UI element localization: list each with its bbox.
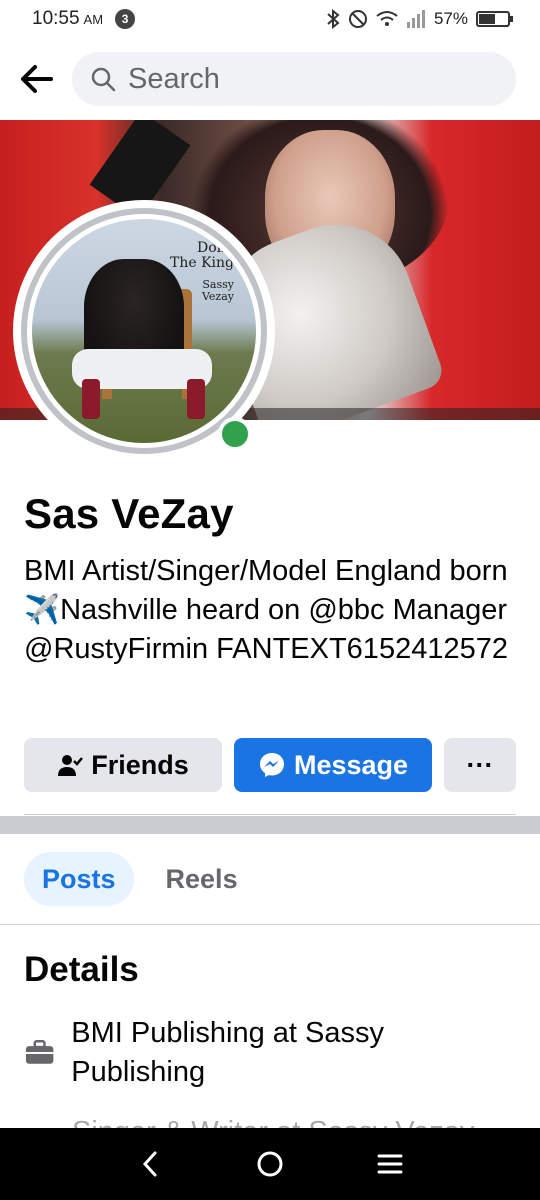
- person-check-icon: [58, 755, 84, 776]
- avatar-album-title: Done The King: [169, 240, 234, 272]
- tab-reels[interactable]: Reels: [148, 852, 256, 906]
- profile-tabs: Posts Reels: [24, 852, 256, 906]
- more-options-button[interactable]: ···: [444, 738, 516, 792]
- avatar-boot-left: [82, 379, 100, 419]
- status-bar: 10:55 AM 3 57%: [0, 0, 540, 38]
- message-label: Message: [293, 749, 409, 780]
- back-button[interactable]: [16, 59, 56, 99]
- arrow-left-icon: [21, 65, 53, 93]
- details-heading: Details: [24, 950, 139, 989]
- friends-label: Friends: [91, 749, 189, 780]
- search-icon: [91, 67, 116, 92]
- briefcase-icon: [25, 1040, 54, 1064]
- clock-time: 10:55: [32, 8, 80, 29]
- nav-recents-button[interactable]: [365, 1139, 415, 1189]
- section-separator: [0, 816, 540, 834]
- nav-back-button[interactable]: [125, 1139, 175, 1189]
- more-label: ···: [466, 749, 494, 780]
- profile-bio: BMI Artist/Singer/Model England born✈️Na…: [24, 555, 508, 665]
- wifi-icon: [376, 11, 398, 26]
- signal-icon: [406, 10, 425, 28]
- profile-name: Sas VeZay: [24, 490, 234, 537]
- notification-count-badge: 3: [115, 9, 136, 29]
- do-not-disturb-icon: [348, 10, 367, 28]
- message-button[interactable]: Message: [234, 738, 432, 792]
- nav-home-button[interactable]: [245, 1139, 295, 1189]
- detail-work[interactable]: BMI Publishing at Sassy Publishing: [24, 1014, 516, 1092]
- online-status-indicator: [218, 417, 252, 451]
- avatar-artist-name: Sassy Vezay: [201, 278, 234, 304]
- status-time: 10:55 AM: [32, 8, 103, 30]
- tab-posts[interactable]: Posts: [24, 852, 134, 906]
- chevron-left-icon: [142, 1151, 157, 1177]
- status-indicators: 57%: [326, 9, 513, 29]
- avatar-boot-right: [187, 379, 205, 419]
- clock-ampm: AM: [83, 12, 104, 27]
- battery-percent: 57%: [433, 9, 468, 28]
- messenger-icon: [259, 753, 284, 777]
- system-navigation-bar: [0, 1128, 540, 1200]
- search-input[interactable]: Search: [72, 52, 516, 106]
- bluetooth-icon: [327, 9, 340, 29]
- avatar: Done The King Sassy Vezay: [32, 219, 256, 443]
- search-placeholder: Search: [128, 62, 220, 95]
- battery-fill: [479, 14, 495, 24]
- divider: [24, 814, 516, 815]
- search-header: Search: [0, 40, 540, 118]
- battery-icon: [476, 11, 513, 27]
- tabs-divider: [0, 924, 540, 925]
- profile-actions: Friends Message ···: [24, 738, 516, 792]
- menu-lines-icon: [377, 1154, 403, 1174]
- detail-work-text: BMI Publishing at Sassy Publishing: [71, 1017, 384, 1088]
- home-circle-icon: [257, 1151, 283, 1177]
- friends-button[interactable]: Friends: [24, 738, 222, 792]
